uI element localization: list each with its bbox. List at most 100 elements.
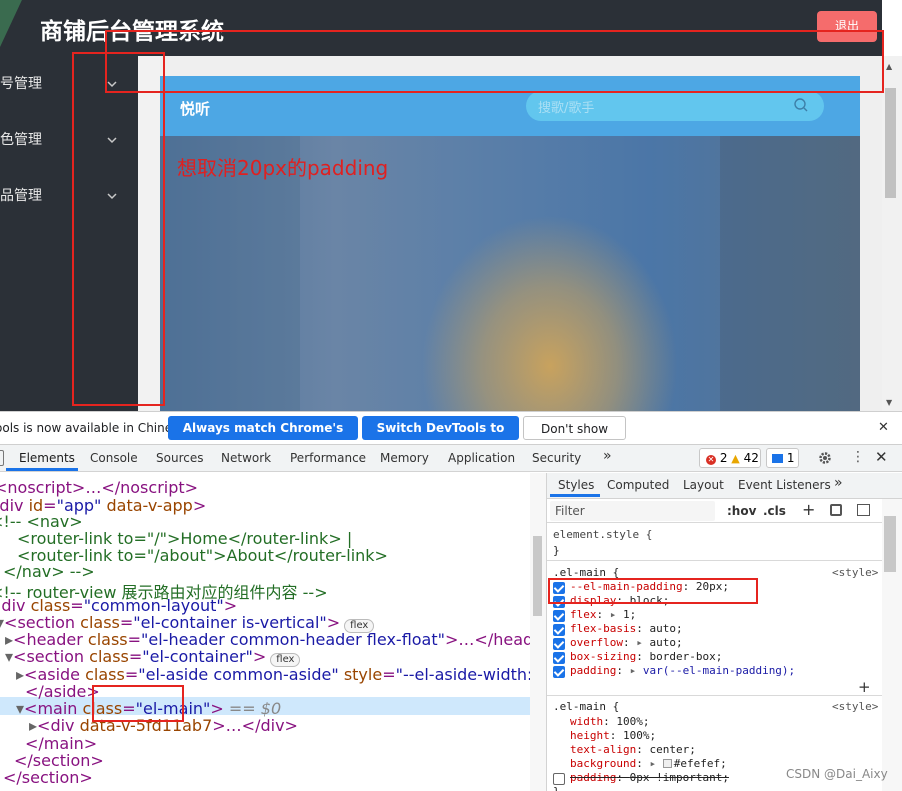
rule1-prop-6[interactable]: padding: ▸ var(--el-main-padding);	[570, 664, 795, 677]
tab-console[interactable]: Console	[90, 451, 138, 465]
rule2-prop-4-checkbox[interactable]	[553, 773, 565, 785]
tab-network[interactable]: Network	[221, 451, 271, 465]
prop-name: padding	[570, 664, 617, 677]
scroll-down-icon[interactable]: ▼	[886, 398, 892, 407]
always-match-language-button[interactable]: Always match Chrome's language	[168, 416, 358, 459]
annotation-text: 想取消20px的padding	[177, 156, 389, 180]
error-icon: ✕	[706, 455, 716, 465]
rule2-prop-2[interactable]: text-align: center;	[570, 743, 696, 756]
sidebar-toggle-icon[interactable]	[857, 504, 870, 516]
annotation-box-padding-var	[548, 578, 758, 604]
add-rule-icon[interactable]: +	[802, 500, 815, 519]
tab-memory[interactable]: Memory	[380, 451, 429, 465]
dom-text: <section	[13, 647, 90, 666]
rule2-prop-4[interactable]: padding: 0px !important;	[570, 771, 729, 784]
prop-name: box-sizing	[570, 650, 637, 663]
tab-layout[interactable]: Layout	[683, 478, 724, 492]
tab-security[interactable]: Security	[532, 451, 581, 465]
prop-value: #efefef;	[673, 757, 727, 770]
warning-count: 42	[743, 451, 759, 465]
message-count: 1	[786, 451, 795, 465]
close-devtools-icon[interactable]: ✕	[875, 448, 888, 466]
tab-elements[interactable]: Elements	[19, 451, 75, 465]
rule1-prop-3[interactable]: flex-basis: auto;	[570, 622, 683, 635]
rule2-prop-3[interactable]: background: ▸ #efefef;	[570, 757, 727, 770]
sidebar-item-label: 账号管理	[0, 76, 42, 92]
tab-sources[interactable]: Sources	[156, 451, 203, 465]
dom-text: data-v-app	[101, 496, 193, 515]
rule2-prop-1[interactable]: height: 100%;	[570, 729, 656, 742]
more-style-tabs-icon[interactable]: »	[834, 475, 843, 491]
dont-show-again-button[interactable]: Don't show again	[523, 416, 626, 460]
dom-text: >	[252, 647, 267, 666]
rule1-prop-6-checkbox[interactable]	[553, 666, 565, 678]
sidebar-item-label: 角色管理	[0, 132, 42, 148]
dom-line-section-close-outer[interactable]: </section>	[3, 768, 93, 787]
prop-name: width	[570, 715, 604, 728]
search-placeholder: 搜歌/歌手	[538, 101, 595, 116]
elements-scrollbar[interactable]	[530, 473, 546, 791]
dom-line-section-container[interactable]: ▾<section class="el-container"> flex	[5, 647, 301, 667]
tab-event-listeners[interactable]: Event Listeners	[738, 478, 831, 492]
rule2-source[interactable]: <style>	[832, 700, 878, 713]
dom-text: >	[192, 496, 207, 515]
header-accent-stripe	[0, 0, 28, 56]
prop-value: border-box;	[649, 650, 723, 663]
tab-computed[interactable]: Computed	[607, 478, 669, 492]
cls-toggle[interactable]: .cls	[763, 504, 786, 518]
annotation-box-header	[105, 30, 884, 93]
switch-to-chinese-button[interactable]: Switch DevTools to Chinese	[362, 416, 519, 459]
tab-styles[interactable]: Styles	[558, 478, 594, 492]
active-tab-indicator	[6, 468, 78, 471]
element-style-close: }	[553, 544, 560, 557]
dom-line-noscript[interactable]: <noscript>…</noscript>	[0, 478, 198, 497]
music-brand: 悦听	[180, 100, 211, 118]
tab-application[interactable]: Application	[448, 451, 515, 465]
kebab-menu-icon[interactable]: ⋮	[851, 449, 865, 465]
rule1-prop-5[interactable]: box-sizing: border-box;	[570, 650, 722, 663]
rule1-prop-3-checkbox[interactable]	[553, 624, 565, 636]
rule1-prop-2-checkbox[interactable]	[553, 610, 565, 622]
paint-icon[interactable]	[830, 504, 842, 516]
prop-value: var(--el-main-padding);	[642, 664, 796, 677]
issues-badge[interactable]: ✕ 2 ▲ 42	[699, 448, 761, 468]
rule1-prop-4[interactable]: overflow: ▸ auto;	[570, 636, 683, 649]
elements-scrollbar-thumb[interactable]	[533, 536, 542, 616]
prop-name: padding	[570, 771, 617, 784]
annotation-box-el-main	[92, 685, 184, 722]
prop-value: auto;	[649, 636, 683, 649]
rule1-prop-2[interactable]: flex: ▸ 1;	[570, 608, 636, 621]
tab-performance[interactable]: Performance	[290, 451, 366, 465]
prop-value: 1;	[623, 608, 637, 621]
dom-text: <div	[37, 716, 80, 735]
hov-toggle[interactable]: :hov	[727, 504, 756, 518]
rule1-prop-4-checkbox[interactable]	[553, 638, 565, 650]
prop-name: overflow	[570, 636, 623, 649]
infobar-text: DevTools is now available in Chinese!	[0, 421, 191, 435]
rule1-prop-5-checkbox[interactable]	[553, 652, 565, 664]
close-icon[interactable]: ✕	[878, 420, 889, 435]
search-icon[interactable]	[792, 96, 810, 114]
rule2-prop-0[interactable]: width: 100%;	[570, 715, 650, 728]
error-count: 2	[719, 451, 728, 465]
more-tabs-icon[interactable]: »	[603, 448, 612, 464]
page-scrollbar-thumb[interactable]	[885, 88, 896, 198]
device-toolbar-icon[interactable]	[0, 450, 4, 466]
dom-text: "el-aside common-aside"	[138, 665, 339, 684]
dom-text: "el-container"	[142, 647, 253, 666]
styles-scrollbar-thumb[interactable]	[884, 516, 896, 572]
styles-tabbar	[547, 473, 902, 499]
prop-value: 100%;	[623, 729, 657, 742]
styles-filter-placeholder: Filter	[555, 504, 585, 518]
rule2-selector[interactable]: .el-main {	[553, 700, 619, 713]
gear-icon[interactable]	[818, 450, 832, 469]
prop-name: background	[570, 757, 637, 770]
scroll-up-icon[interactable]: ▲	[886, 62, 892, 71]
rule-separator	[547, 695, 882, 696]
color-swatch[interactable]	[662, 759, 672, 768]
element-style-selector[interactable]: element.style {	[553, 528, 652, 541]
messages-badge[interactable]: 1	[766, 448, 799, 468]
rule1-source[interactable]: <style>	[832, 566, 878, 579]
screenshot: 商铺后台管理系统 退出 账号管理 角色管理 商品管理 悦听 搜歌/歌手	[0, 0, 902, 791]
add-property-icon[interactable]: +	[858, 678, 871, 696]
